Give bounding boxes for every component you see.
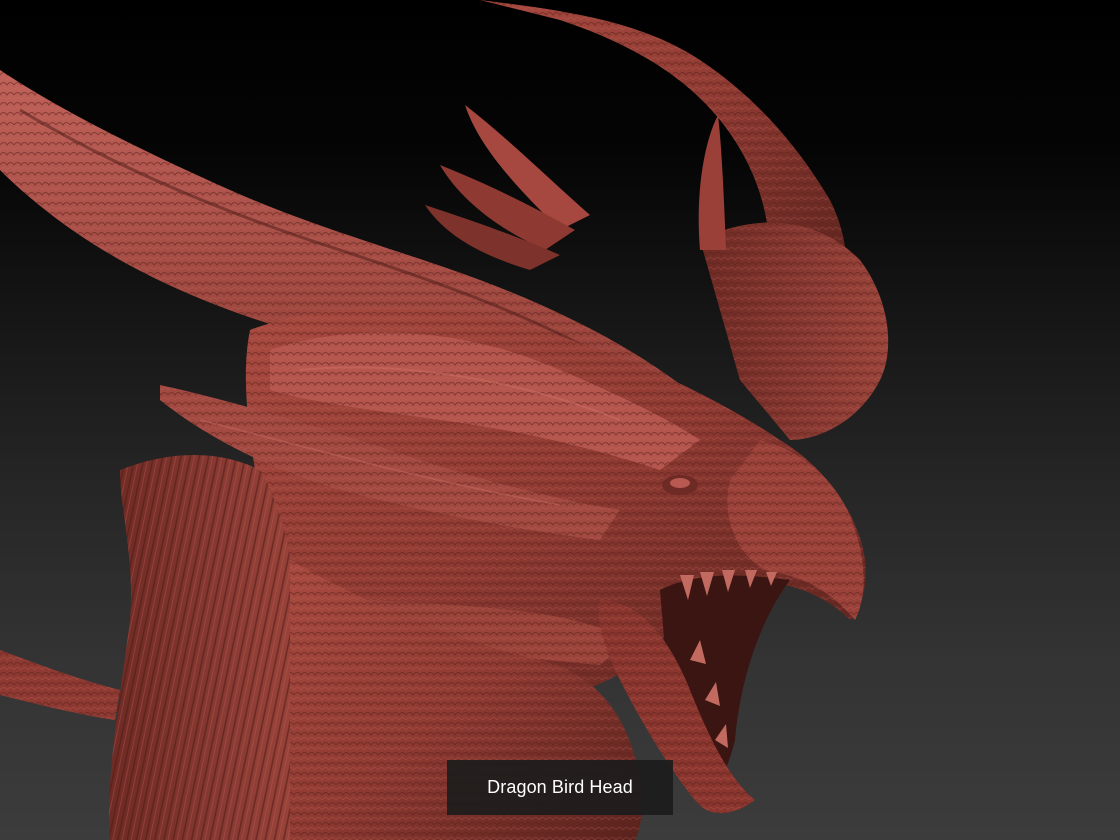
model-title-caption: Dragon Bird Head <box>447 760 673 815</box>
dragon-head-sculpt <box>0 0 889 840</box>
model-title: Dragon Bird Head <box>487 777 633 797</box>
sculpt-viewport[interactable]: Dragon Bird Head <box>0 0 1120 840</box>
